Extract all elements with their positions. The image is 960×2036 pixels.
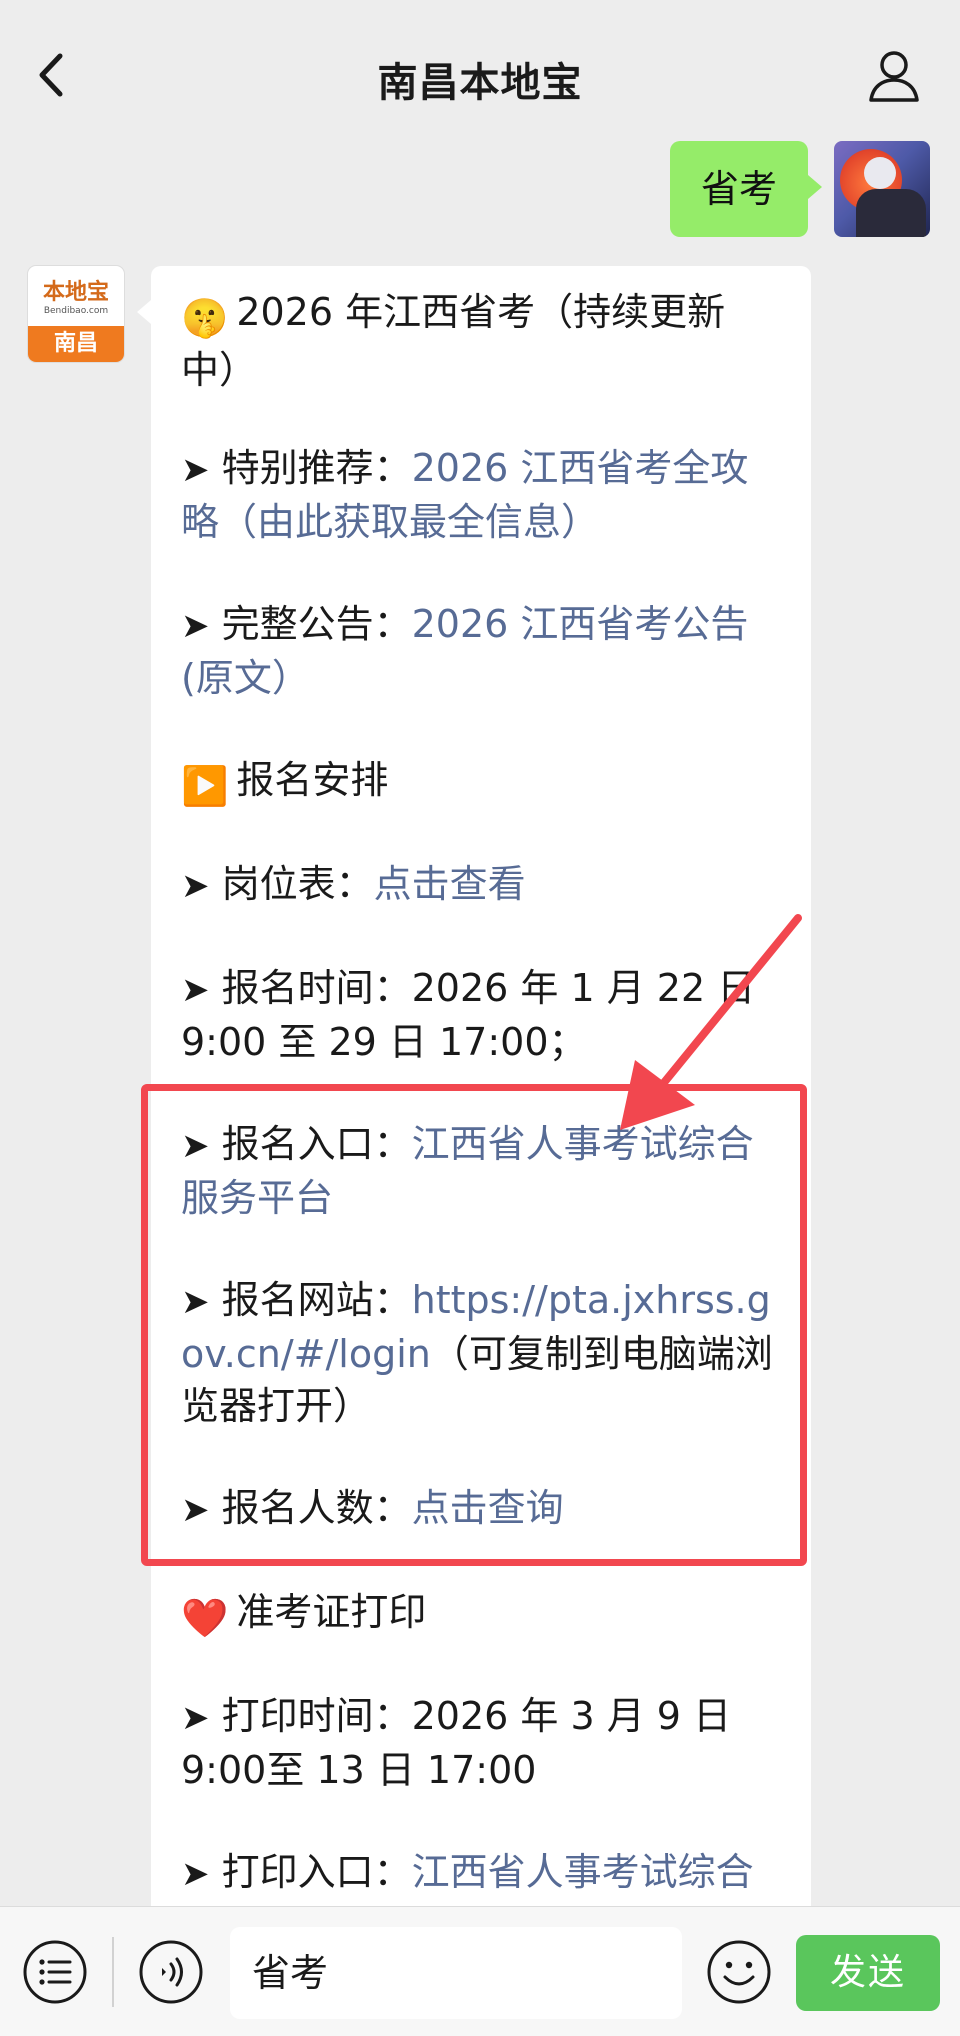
red-pointer-arrow <box>620 914 802 1130</box>
list-menu-icon[interactable] <box>22 1939 88 2005</box>
arrow-icon: ➤ <box>181 606 210 646</box>
sent-message-bubble[interactable]: 省考 <box>670 141 822 237</box>
official-account-avatar[interactable]: 本地宝 Bendibao.com 南昌 <box>28 266 124 362</box>
top-nav-bar: 南昌本地宝 <box>0 0 960 133</box>
recommend-line: ➤ 特别推荐：2026 江西省考全攻略（由此获取最全信息） <box>181 446 749 544</box>
logo-text: 本地宝 <box>42 280 109 305</box>
highlight-box <box>141 1084 807 1566</box>
send-button[interactable]: 发送 <box>796 1935 940 2011</box>
print-entry-link[interactable]: 江西省人事考试综合 <box>412 1850 754 1894</box>
announcement-line: ➤ 完整公告：2026 江西省考公告(原文） <box>181 602 749 700</box>
positions-link[interactable]: 点击查看 <box>374 862 526 906</box>
person-outline-icon[interactable] <box>866 48 922 104</box>
message-input[interactable]: 省考 <box>230 1927 682 2019</box>
arrow-icon: ➤ <box>181 1698 210 1738</box>
logo-city: 南昌 <box>28 326 124 362</box>
print-entry-line: ➤ 打印入口：江西省人事考试综合 <box>181 1850 754 1894</box>
chat-title: 南昌本地宝 <box>377 60 583 106</box>
message-title: 🤫 2026 年江西省考（持续更新中） <box>181 290 726 392</box>
toolbar-divider <box>112 1937 114 2007</box>
input-toolbar: 省考 发送 <box>0 1906 960 2036</box>
registration-section-heading: ▶️ 报名安排 <box>181 754 781 812</box>
admit-card-section-heading: ❤️ 准考证打印 <box>181 1586 781 1644</box>
play-button-icon: ▶️ <box>181 764 229 808</box>
arrow-icon: ➤ <box>181 866 210 906</box>
smile-icon[interactable] <box>706 1939 772 2005</box>
arrow-icon: ➤ <box>181 970 210 1010</box>
user-avatar[interactable] <box>834 141 930 237</box>
shush-face-icon: 🤫 <box>181 296 229 340</box>
arrow-icon: ➤ <box>181 1854 210 1894</box>
print-time-line: ➤ 打印时间：2026 年 3 月 9 日 9:00至 13 日 17:00 <box>181 1694 732 1792</box>
voice-icon[interactable] <box>138 1939 204 2005</box>
arrow-icon: ➤ <box>181 450 210 490</box>
logo-domain: Bendibao.com <box>43 306 109 316</box>
heart-icon: ❤️ <box>181 1596 229 1640</box>
